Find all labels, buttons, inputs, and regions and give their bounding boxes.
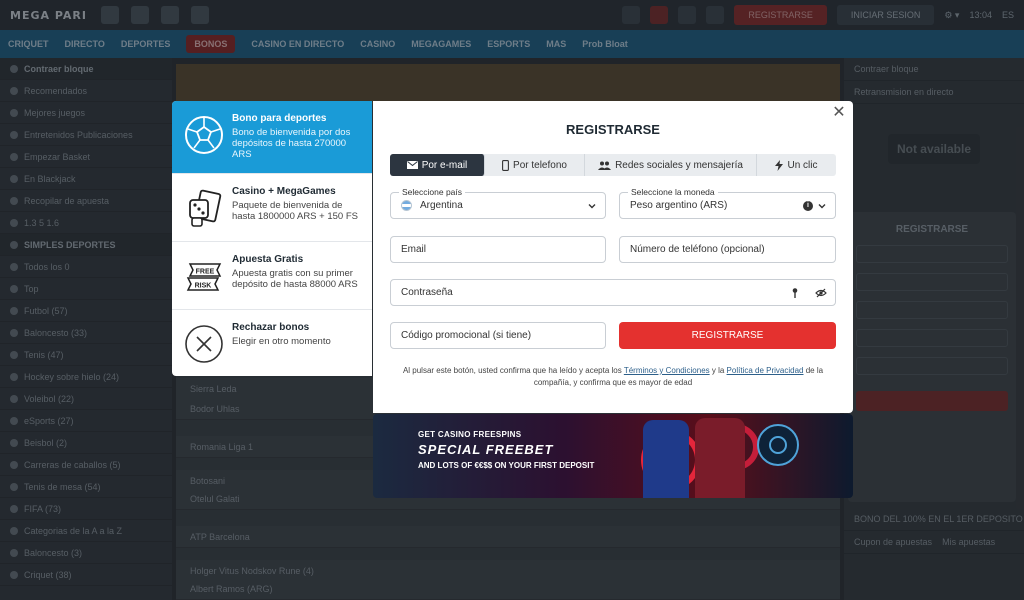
bonus-freebet[interactable]: FREE RISK Apuesta Gratis Apuesta gratis … — [172, 242, 372, 310]
modal-title: REGISTRARSE — [566, 122, 660, 137]
banner-line-3: AND LOTS OF €€$$ ON YOUR FIRST DEPOSIT — [418, 461, 595, 470]
password-placeholder: Contraseña — [401, 287, 453, 298]
banner-line-2: SPECIAL FREEBET — [418, 442, 554, 457]
football-player-image — [643, 420, 689, 498]
email-placeholder: Email — [401, 244, 427, 255]
currency-value: Peso argentino (ARS) — [630, 200, 728, 211]
bonus-title: Rechazar bonos — [232, 322, 310, 333]
registration-modal: ✕ REGISTRARSE Por e-mail Por telefono Re… — [373, 101, 853, 413]
promo-code-field[interactable]: Código promocional (si tiene) — [390, 322, 606, 349]
eye-hidden-icon[interactable] — [815, 287, 827, 299]
bonus-description: Elegir en otro momento — [232, 336, 331, 347]
currency-select[interactable]: Seleccione la moneda Peso argentino (ARS… — [619, 187, 836, 219]
promo-placeholder: Código promocional (si tiene) — [401, 330, 532, 341]
bonus-description: Bono de bienvenida por dos depósitos de … — [232, 127, 351, 160]
currency-label: Seleccione la moneda — [628, 187, 718, 198]
reject-x-icon — [185, 325, 223, 363]
tab-phone[interactable]: Por telefono — [485, 154, 585, 176]
phone-placeholder: Número de teléfono (opcional) — [630, 244, 765, 255]
roulette-icon — [757, 424, 799, 466]
bonus-title: Apuesta Gratis — [232, 254, 304, 265]
free-risk-icon: FREE RISK — [186, 263, 222, 291]
banner-line-1: GET CASINO FREESPINS — [418, 430, 522, 439]
tab-social[interactable]: Redes sociales y mensajería — [585, 154, 757, 176]
country-select[interactable]: Seleccione país Argentina — [390, 187, 606, 219]
legal-before: Al pulsar este botón, usted confirma que… — [402, 366, 624, 375]
bonus-description: Apuesta gratis con su primer depósito de… — [232, 268, 358, 290]
bonus-sports[interactable]: Bono para deportes Bono de bienvenida po… — [172, 101, 372, 174]
privacy-link[interactable]: Política de Privacidad — [727, 366, 804, 375]
bonus-description: Paquete de bienvenida de hasta 1800000 A… — [232, 200, 358, 222]
woman-image — [695, 418, 745, 498]
soccer-ball-icon — [185, 116, 223, 154]
tab-email-label: Por e-mail — [421, 159, 468, 171]
country-label: Seleccione país — [399, 187, 466, 198]
bonus-panel: Bono para deportes Bono de bienvenida po… — [172, 101, 372, 376]
argentina-flag-icon — [401, 200, 412, 211]
registration-tabs: Por e-mail Por telefono Redes sociales y… — [390, 154, 836, 176]
close-icon[interactable]: ✕ — [831, 105, 847, 121]
tab-social-label: Redes sociales y mensajería — [615, 159, 743, 171]
terms-link[interactable]: Términos y Condiciones — [624, 366, 710, 375]
phone-icon — [502, 159, 509, 171]
promo-banner[interactable]: GET CASINO FREESPINS SPECIAL FREEBET AND… — [373, 414, 853, 498]
phone-field[interactable]: Número de teléfono (opcional) — [619, 236, 836, 263]
bonus-title: Bono para deportes — [232, 113, 327, 124]
password-field[interactable]: Contraseña — [390, 279, 836, 306]
tab-one-click[interactable]: Un clic — [757, 154, 836, 176]
bonus-casino[interactable]: Casino + MegaGames Paquete de bienvenida… — [172, 174, 372, 242]
tab-phone-label: Por telefono — [513, 159, 567, 171]
tab-email[interactable]: Por e-mail — [390, 154, 485, 176]
country-value: Argentina — [420, 200, 463, 211]
legal-text: Al pulsar este botón, usted confirma que… — [393, 365, 833, 389]
casino-cards-icon — [189, 189, 222, 227]
register-button[interactable]: REGISTRARSE — [619, 322, 836, 349]
free-label: FREE — [196, 269, 215, 276]
chevron-down-icon — [588, 204, 596, 209]
bonus-reject[interactable]: Rechazar bonos Elegir en otro momento — [172, 310, 372, 376]
risk-label: RISK — [195, 283, 212, 290]
info-icon[interactable]: i — [803, 201, 813, 211]
chevron-down-icon — [818, 204, 826, 209]
lightning-icon — [775, 159, 784, 171]
tab-one-click-label: Un clic — [787, 159, 818, 171]
users-icon — [598, 161, 612, 170]
bonus-title: Casino + MegaGames — [232, 186, 336, 197]
email-field[interactable]: Email — [390, 236, 606, 263]
envelope-icon — [406, 161, 418, 169]
legal-middle: y la — [709, 366, 727, 375]
key-icon[interactable] — [789, 287, 801, 299]
